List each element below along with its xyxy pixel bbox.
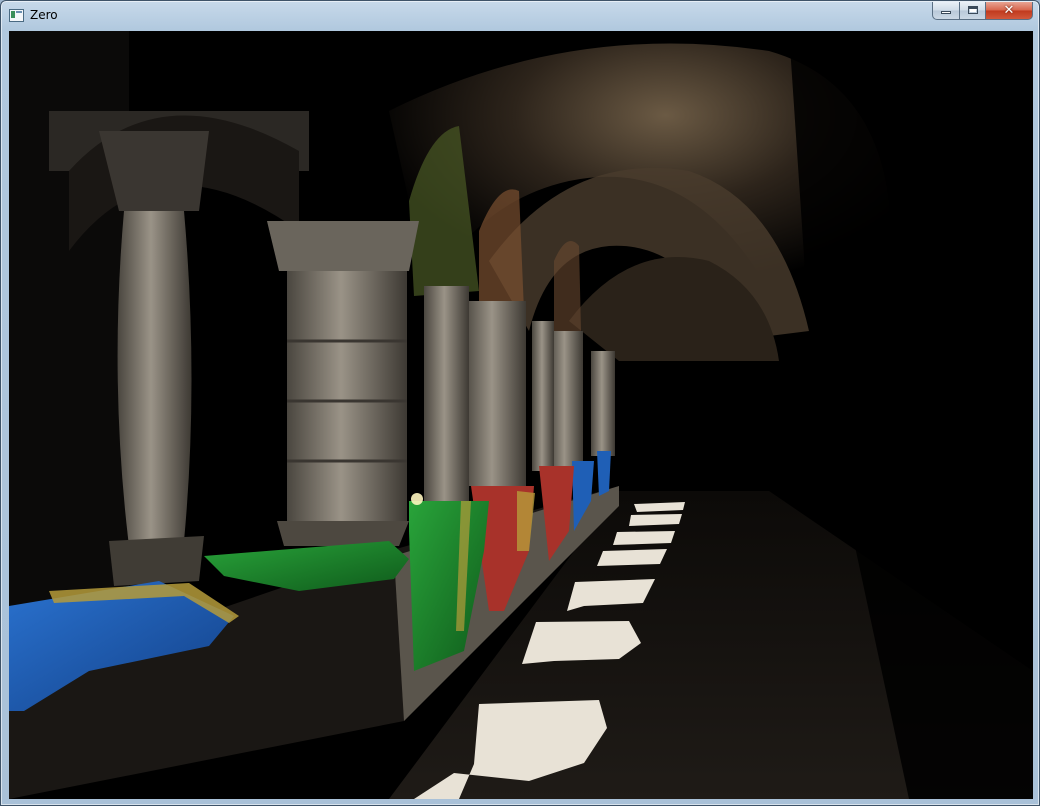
light-flare — [411, 493, 423, 505]
scene-render — [9, 31, 1033, 799]
maximize-button[interactable] — [959, 2, 986, 20]
arch-opening-far — [554, 241, 581, 331]
app-icon[interactable] — [9, 9, 24, 22]
maximize-icon — [968, 6, 978, 14]
minimize-button[interactable] — [932, 2, 959, 20]
window-title: Zero — [30, 8, 58, 22]
app-window: Zero ✕ — [0, 0, 1040, 806]
close-icon: ✕ — [1003, 3, 1015, 18]
minimize-icon — [941, 11, 951, 14]
render-viewport[interactable] — [9, 31, 1033, 799]
center-pillar — [267, 221, 419, 546]
close-button[interactable]: ✕ — [986, 2, 1033, 20]
caption-buttons: ✕ — [932, 2, 1033, 21]
title-bar[interactable]: Zero ✕ — [1, 1, 1039, 30]
